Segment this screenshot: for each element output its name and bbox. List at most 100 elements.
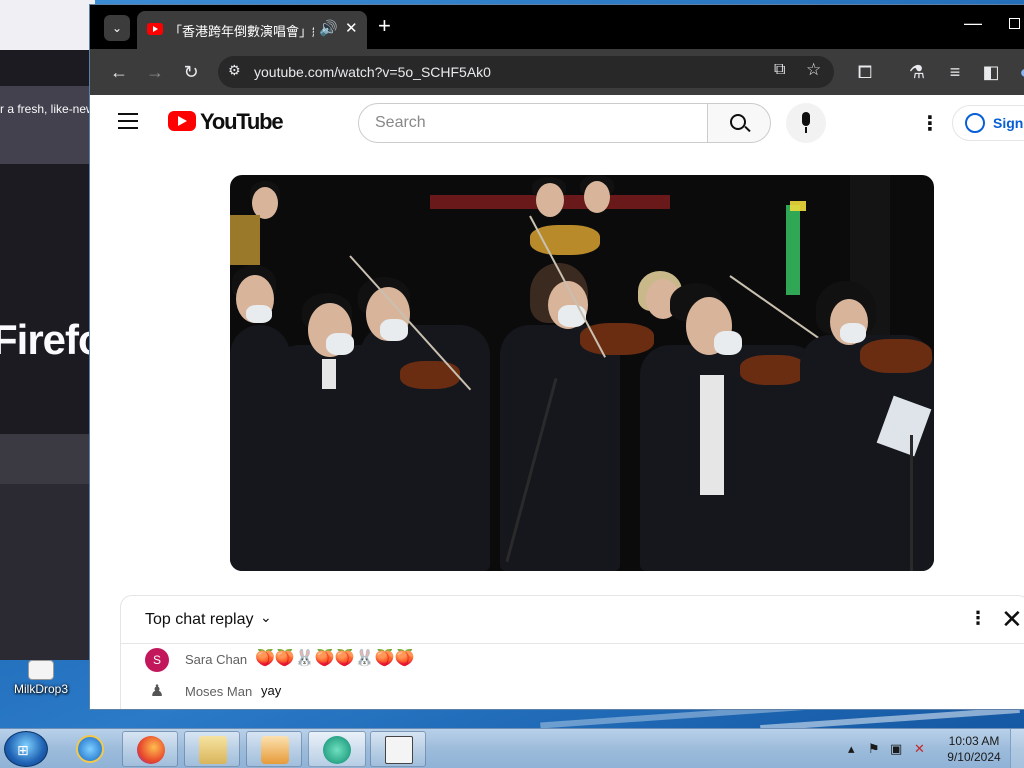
firefox-content: [0, 164, 95, 434]
taskbar-internet-explorer[interactable]: [62, 731, 118, 767]
green-app-icon: [323, 736, 351, 764]
face-mask: [326, 333, 354, 355]
face-mask: [380, 319, 408, 341]
back-arrow-icon[interactable]: ←: [106, 59, 132, 85]
extensions-icon[interactable]: ⧠: [852, 59, 878, 85]
show-hidden-icons-icon[interactable]: ▴: [848, 741, 855, 757]
bookmark-star-icon[interactable]: ☆: [806, 60, 821, 80]
chat-message: S Sara Chan 🍑🍑🐰🍑🍑🐰🍑🍑: [145, 646, 1005, 674]
music-stand: [910, 435, 913, 571]
chat-header: Top chat replay ⌄ ⋮ ✕: [121, 596, 1024, 644]
calendar-icon: [385, 736, 413, 764]
violin: [740, 355, 806, 385]
site-info-icon[interactable]: ⚙: [228, 62, 241, 79]
voice-search-button[interactable]: [786, 103, 826, 143]
media-control-icon[interactable]: ≡: [942, 59, 968, 85]
avatar[interactable]: S: [145, 648, 169, 672]
side-panel-icon[interactable]: ◧: [978, 59, 1004, 85]
new-tab-button[interactable]: +: [378, 15, 391, 37]
hamburger-menu-icon[interactable]: [118, 113, 138, 134]
start-button[interactable]: ⊞: [4, 731, 48, 767]
network-icon[interactable]: ▣: [890, 741, 902, 757]
reload-icon[interactable]: ↻: [178, 59, 204, 85]
firefox-tabbar: [0, 50, 95, 86]
taskbar-chrome-app[interactable]: [308, 731, 366, 767]
chrome-window[interactable]: ⌄ 「香港跨年倒數演唱會」線上 🔊 ✕ + — ← → ↻ ⚙ youtube.…: [89, 4, 1024, 710]
taskbar-firefox[interactable]: [122, 731, 178, 767]
action-center-flag-icon[interactable]: ⚑: [868, 741, 880, 757]
sign-in-button[interactable]: Sign: [952, 105, 1024, 141]
firefox-banner: [0, 86, 95, 164]
chat-close-icon[interactable]: ✕: [1001, 604, 1023, 635]
musician-face: [584, 181, 610, 213]
address-bar[interactable]: ⚙ youtube.com/watch?v=5o_SCHF5Ak0 ⧉ ☆: [218, 56, 834, 88]
face-mask: [246, 305, 272, 323]
more-options-icon[interactable]: ⋮: [920, 111, 940, 136]
stage-light-yellow: [790, 201, 806, 211]
desktop-icon-label: MilkDrop3: [13, 682, 68, 696]
audio-playing-icon[interactable]: 🔊: [319, 19, 338, 37]
search-input[interactable]: Search: [358, 103, 708, 143]
violin: [860, 339, 932, 373]
sign-in-label: Sign: [993, 115, 1024, 131]
tab-youtube[interactable]: 「香港跨年倒數演唱會」線上 🔊 ✕: [137, 11, 367, 49]
system-clock[interactable]: 10:03 AM 9/10/2024: [946, 733, 1002, 765]
firefox-titlebar: [0, 0, 95, 50]
chat-mode-selector[interactable]: Top chat replay: [145, 611, 254, 629]
profile-icon[interactable]: ●: [1012, 59, 1024, 85]
firefox-button-area: [0, 434, 95, 484]
taskbar-calendar-app[interactable]: [370, 731, 426, 767]
tab-close-icon[interactable]: ✕: [345, 19, 358, 37]
volume-muted-icon[interactable]: ✕: [914, 741, 925, 757]
minimize-button[interactable]: —: [964, 13, 982, 34]
chat-text: 🍑🍑🐰🍑🍑🐰🍑🍑: [255, 650, 415, 667]
url-text[interactable]: youtube.com/watch?v=5o_SCHF5Ak0: [254, 64, 491, 80]
chat-author[interactable]: Moses Man: [185, 684, 252, 699]
search-icon-handle: [744, 125, 751, 133]
show-desktop-button[interactable]: [1010, 729, 1024, 768]
firefox-banner-text: r a fresh, like-new: [0, 102, 95, 116]
violin: [400, 361, 460, 389]
video-player[interactable]: [230, 175, 934, 571]
youtube-page: YouTube Search ⋮ Sign Top chat replay ⌄ …: [90, 95, 1024, 709]
youtube-wordmark[interactable]: YouTube: [200, 109, 284, 135]
tab-search-button[interactable]: ⌄: [104, 15, 130, 41]
desktop-icon-milkdrop[interactable]: MilkDrop3: [6, 660, 76, 706]
forward-arrow-icon[interactable]: →: [142, 59, 168, 85]
firefox-window[interactable]: r a fresh, like-new Firefo: [0, 0, 95, 660]
stage-light-green: [786, 205, 800, 295]
firefox-bottom: [0, 484, 95, 660]
microphone-stand: [805, 127, 807, 133]
chat-text: yay: [261, 683, 282, 698]
firefox-icon: [137, 736, 165, 764]
search-icon: [730, 114, 746, 130]
install-app-icon[interactable]: ⧉: [774, 61, 785, 79]
youtube-favicon-icon: [147, 23, 163, 35]
folder-icon: [199, 736, 227, 764]
media-player-icon: [261, 736, 289, 764]
account-icon: [965, 113, 985, 133]
chat-author[interactable]: Sara Chan: [185, 652, 247, 667]
maximize-button[interactable]: [1009, 18, 1020, 29]
firefox-logo-text: Firefo: [0, 316, 95, 363]
labs-flask-icon[interactable]: ⚗: [904, 59, 930, 85]
face-mask: [714, 331, 742, 355]
musician-shirt: [700, 375, 724, 495]
search-button[interactable]: [707, 103, 771, 143]
live-chat-panel: Top chat replay ⌄ ⋮ ✕ S Sara Chan 🍑🍑🐰🍑🍑🐰…: [120, 595, 1024, 709]
search-placeholder: Search: [375, 114, 426, 131]
face-mask: [840, 323, 866, 343]
taskbar-media-player[interactable]: [246, 731, 302, 767]
taskbar: ⊞ ▴ ⚑ ▣ ✕ 10:03 AM 9/10/2024: [0, 728, 1024, 768]
brass-instrument: [530, 225, 600, 255]
milkdrop-icon: [28, 660, 54, 680]
taskbar-file-explorer[interactable]: [184, 731, 240, 767]
musician-shirt: [322, 359, 336, 389]
chevron-down-icon[interactable]: ⌄: [260, 609, 272, 626]
brass-instrument: [230, 215, 260, 265]
musician-suit: [500, 325, 620, 571]
youtube-logo-icon[interactable]: [168, 111, 196, 131]
windows-logo-icon: ⊞: [17, 742, 29, 758]
chat-more-options-icon[interactable]: ⋮: [969, 608, 987, 629]
avatar[interactable]: ♟: [145, 680, 169, 704]
